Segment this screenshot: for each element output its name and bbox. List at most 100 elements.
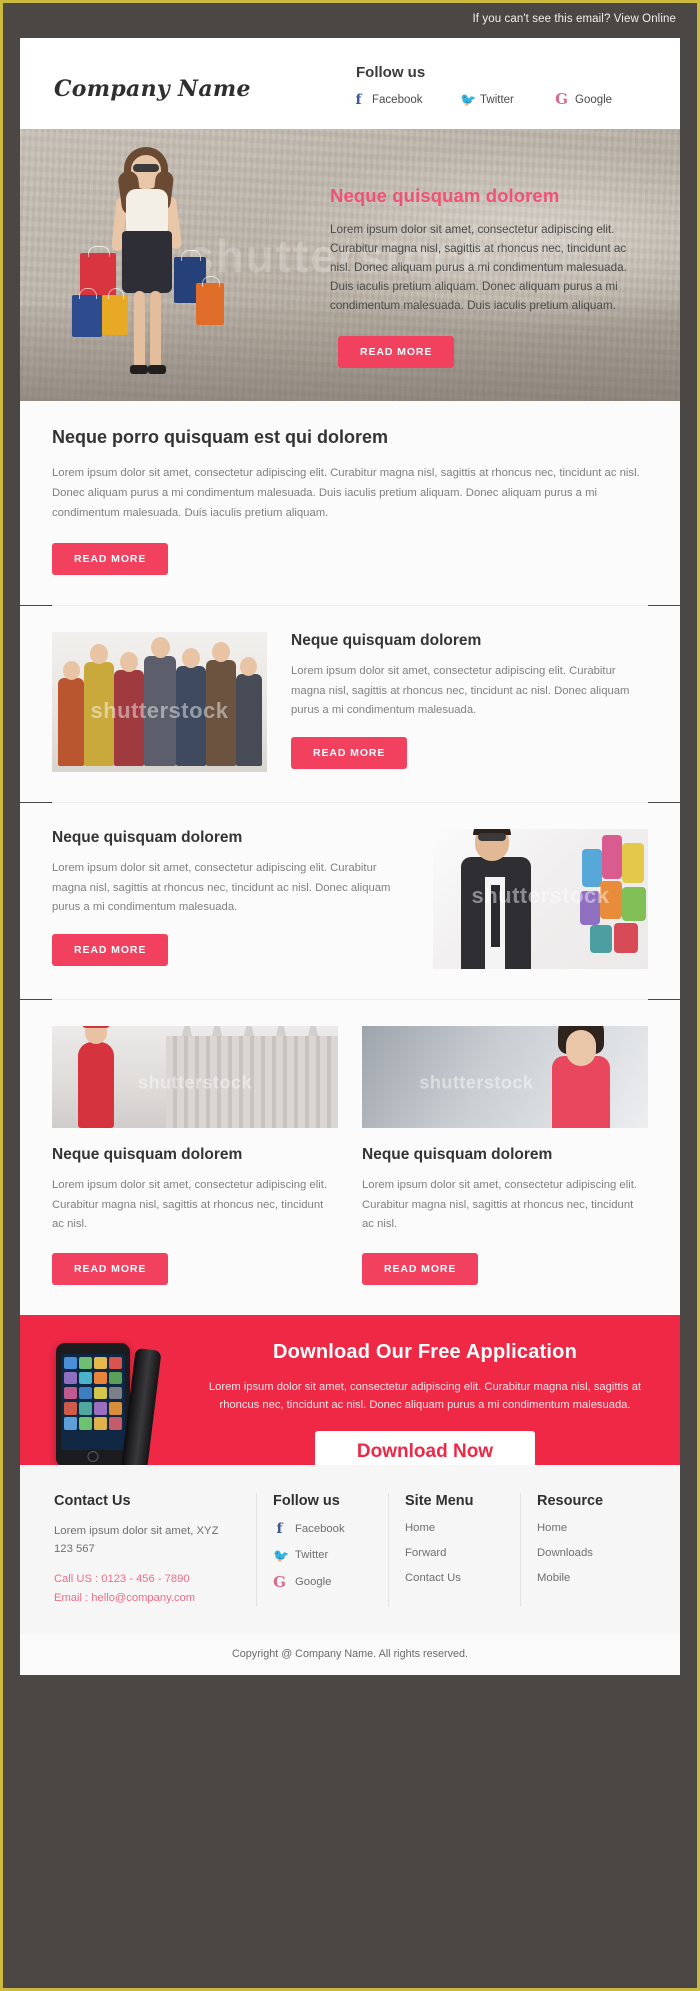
- garment: [602, 835, 622, 880]
- email-container: Company Name Follow us f Facebook 🐦 Twit…: [20, 38, 680, 1676]
- footer-resource-item-mobile[interactable]: Mobile: [537, 1572, 634, 1584]
- feature-right-read-more-button[interactable]: READ MORE: [52, 933, 169, 966]
- model-leg-right: [150, 291, 161, 369]
- model-shoe-right: [148, 365, 166, 374]
- group-head: [90, 644, 108, 665]
- feature-right-image-section: Neque quisquam dolorem Lorem ipsum dolor…: [20, 803, 680, 1000]
- garment: [590, 925, 612, 954]
- phone-screen: [61, 1353, 125, 1450]
- card-text: Lorem ipsum dolor sit amet, consectetur …: [52, 1179, 328, 1231]
- cathedral-spire: [182, 1026, 192, 1037]
- group-head: [151, 637, 170, 659]
- image-watermark: shutterstock: [90, 697, 229, 723]
- hero-title: Neque quisquam dolorem: [330, 185, 560, 206]
- man-shopping-image: shutterstock: [433, 829, 648, 970]
- header-social-twitter[interactable]: 🐦 Twitter: [460, 93, 555, 106]
- download-title: Download Our Free Application: [273, 1340, 577, 1363]
- hero-model-figure: [72, 145, 228, 395]
- card-read-more-button[interactable]: READ MORE: [362, 1252, 479, 1285]
- model-shoe-left: [130, 365, 148, 374]
- sunglasses-icon: [478, 833, 506, 842]
- header-follow-block: Follow us f Facebook 🐦 Twitter G Google: [352, 64, 652, 107]
- footer-phone[interactable]: Call US : 0123 - 456 - 7890: [54, 1570, 240, 1588]
- footer-social-facebook[interactable]: f Facebook: [273, 1522, 372, 1536]
- footer-social-google[interactable]: G Google: [273, 1572, 372, 1591]
- hero-text: Lorem ipsum dolor sit amet, consectetur …: [330, 223, 627, 312]
- smartphone-front: [56, 1342, 130, 1465]
- shopping-bag-blue: [72, 288, 102, 337]
- card-image-duomo: shutterstock: [52, 1026, 338, 1129]
- model-hat: [82, 1026, 110, 1029]
- bottom-spacer: [0, 1675, 700, 1686]
- download-banner: Download Our Free Application Lorem ipsu…: [20, 1314, 680, 1465]
- hero-content: Neque quisquam dolorem Lorem ipsum dolor…: [330, 185, 630, 368]
- card-image-woman: shutterstock: [362, 1026, 648, 1129]
- feature-right-title: Neque quisquam dolorem: [52, 829, 243, 847]
- twitter-icon: 🐦: [460, 92, 477, 107]
- company-logo: Company Name: [54, 76, 251, 102]
- footer-email[interactable]: Email : hello@company.com: [54, 1589, 240, 1607]
- footer-sitemenu-item-contact-us[interactable]: Contact Us: [405, 1572, 504, 1584]
- footer: Contact Us Lorem ipsum dolor sit amet, X…: [20, 1464, 680, 1634]
- intro-read-more-button[interactable]: READ MORE: [52, 543, 169, 576]
- header-social-facebook[interactable]: f Facebook: [352, 93, 460, 107]
- feature-left-read-more-button[interactable]: READ MORE: [291, 736, 408, 769]
- masthead: Company Name Follow us f Facebook 🐦 Twit…: [20, 38, 680, 129]
- card-title: Neque quisquam dolorem: [362, 1146, 553, 1164]
- model-red-dress: [78, 1042, 114, 1129]
- header-social-google-label: Google: [575, 93, 613, 106]
- footer-resource-column: Resource Home Downloads Mobile: [520, 1492, 650, 1608]
- footer-follow-column: Follow us f Facebook 🐦 Twitter G Google: [256, 1492, 388, 1608]
- footer-follow-title: Follow us: [273, 1492, 340, 1509]
- footer-address: Lorem ipsum dolor sit amet, XYZ 123 567: [54, 1524, 219, 1555]
- footer-sitemenu-item-home[interactable]: Home: [405, 1522, 504, 1534]
- cards-section: shutterstock Neque quisquam dolorem Lore…: [20, 1000, 680, 1315]
- view-online-link[interactable]: If you can't see this email? View Online: [472, 13, 676, 25]
- card-title: Neque quisquam dolorem: [52, 1146, 243, 1164]
- download-now-button[interactable]: Download Now: [314, 1430, 536, 1465]
- card: shutterstock Neque quisquam dolorem Lore…: [362, 1026, 648, 1285]
- card-text: Lorem ipsum dolor sit amet, consectetur …: [362, 1179, 638, 1231]
- follow-us-heading: Follow us: [356, 64, 426, 81]
- hero-banner: shutterstock Neque quisquam dolorem Lore…: [20, 129, 680, 401]
- model-leg-left: [134, 291, 145, 369]
- footer-resource-item-downloads[interactable]: Downloads: [537, 1547, 634, 1559]
- google-plus-icon: G: [555, 90, 568, 108]
- footer-sitemenu-title: Site Menu: [405, 1492, 474, 1509]
- header-social-google[interactable]: G Google: [555, 92, 612, 107]
- shopping-bag-orange: [196, 276, 224, 325]
- facebook-icon: f: [276, 1520, 283, 1537]
- footer-social-google-label: Google: [295, 1576, 332, 1589]
- sunglasses-icon: [133, 164, 159, 172]
- hero-read-more-button[interactable]: READ MORE: [338, 335, 455, 368]
- intro-section: Neque porro quisquam est qui dolorem Lor…: [20, 401, 680, 606]
- footer-contact-title: Contact Us: [54, 1492, 131, 1509]
- footer-contact-column: Contact Us Lorem ipsum dolor sit amet, X…: [50, 1493, 256, 1608]
- group-photo-image: shutterstock: [52, 632, 267, 773]
- preheader-bar: If you can't see this email? View Online: [0, 0, 700, 38]
- footer-social-twitter[interactable]: 🐦 Twitter: [273, 1549, 372, 1562]
- footer-social-twitter-label: Twitter: [295, 1549, 329, 1562]
- footer-sitemenu-item-forward[interactable]: Forward: [405, 1547, 504, 1559]
- footer-resource-item-home[interactable]: Home: [537, 1522, 634, 1534]
- download-text: Lorem ipsum dolor sit amet, consectetur …: [208, 1380, 642, 1412]
- group-head: [182, 648, 200, 669]
- header-social-facebook-label: Facebook: [372, 93, 423, 106]
- image-watermark: shutterstock: [471, 883, 610, 909]
- phone-home-button: [87, 1450, 99, 1462]
- cathedral-spire: [308, 1026, 318, 1037]
- woman-dress: [552, 1056, 610, 1129]
- card-read-more-button[interactable]: READ MORE: [52, 1252, 169, 1285]
- garment: [622, 843, 644, 884]
- garment: [582, 849, 602, 888]
- image-watermark: shutterstock: [419, 1072, 534, 1093]
- footer-sitemenu-column: Site Menu Home Forward Contact Us: [388, 1492, 520, 1608]
- twitter-icon: 🐦: [273, 1547, 290, 1563]
- copyright-text: Copyright @ Company Name. All rights res…: [232, 1648, 468, 1661]
- google-plus-icon: G: [273, 1572, 286, 1591]
- feature-left-text: Lorem ipsum dolor sit amet, consectetur …: [291, 665, 630, 717]
- shopping-bag-yellow: [102, 288, 128, 335]
- model-top: [126, 189, 168, 233]
- cathedral-spire: [244, 1026, 254, 1037]
- header-social-twitter-label: Twitter: [480, 93, 514, 106]
